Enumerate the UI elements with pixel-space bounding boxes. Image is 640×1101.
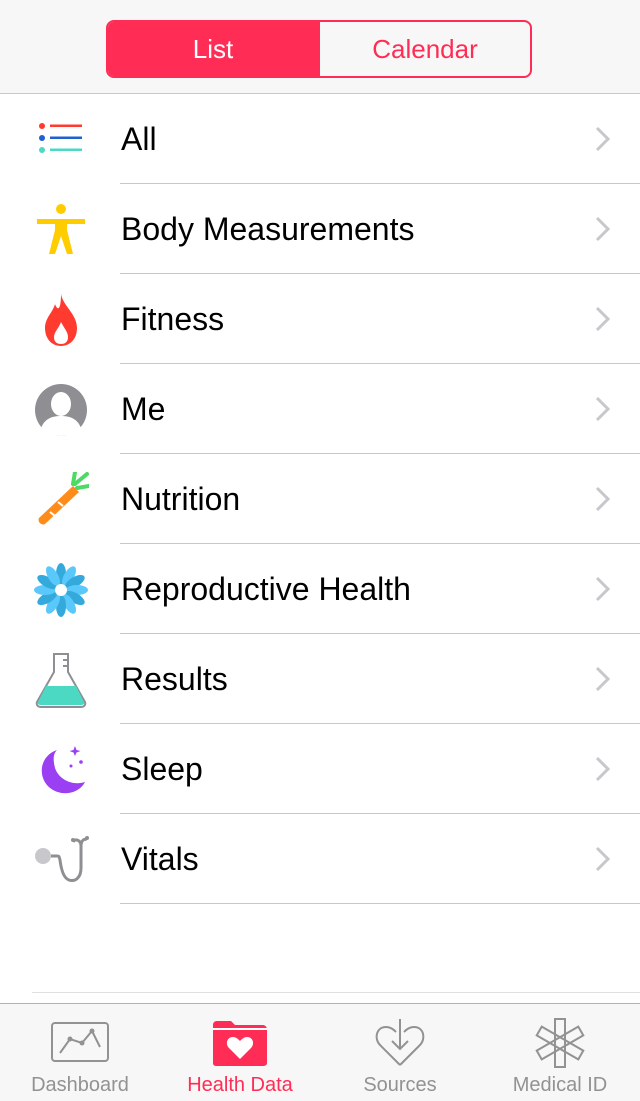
category-row-fitness[interactable]: Fitness	[0, 274, 640, 364]
category-label: Vitals	[121, 841, 199, 877]
list-calendar-segmented-control: List Calendar	[106, 20, 532, 78]
category-label: Sleep	[121, 751, 203, 787]
heart-folder-icon	[210, 1016, 270, 1070]
chevron-right-icon	[595, 666, 610, 692]
category-label: Results	[121, 661, 228, 697]
category-row-results[interactable]: Results	[0, 634, 640, 724]
chevron-right-icon	[595, 486, 610, 512]
tab-health-data[interactable]: Health Data	[160, 1004, 320, 1101]
category-label: Body Measurements	[121, 211, 415, 247]
chevron-right-icon	[595, 576, 610, 602]
tab-label: Medical ID	[512, 1074, 608, 1096]
tab-label: Dashboard	[31, 1074, 129, 1096]
medical-star-icon	[530, 1016, 590, 1070]
chevron-right-icon	[595, 306, 610, 332]
category-label: Reproductive Health	[121, 571, 411, 607]
category-row-sleep[interactable]: Sleep	[0, 724, 640, 814]
tab-medical-id[interactable]: Medical ID	[480, 1004, 640, 1101]
heart-download-icon	[370, 1016, 430, 1070]
flask-icon	[33, 652, 89, 708]
chevron-right-icon	[595, 216, 610, 242]
chevron-right-icon	[595, 126, 610, 152]
chevron-right-icon	[595, 756, 610, 782]
segment-calendar[interactable]: Calendar	[318, 22, 530, 76]
carrot-icon	[33, 472, 89, 528]
segment-list[interactable]: List	[108, 22, 318, 76]
tab-label: Health Data	[187, 1074, 293, 1096]
category-label: All	[121, 121, 157, 157]
category-row-vitals[interactable]: Vitals	[0, 814, 640, 904]
chevron-right-icon	[595, 846, 610, 872]
tab-bar: Dashboard Health Data Sources Medical ID	[0, 1003, 640, 1101]
category-row-reproductive-health[interactable]: Reproductive Health	[0, 544, 640, 634]
category-row-all[interactable]: All	[0, 94, 640, 184]
stethoscope-icon	[33, 832, 89, 888]
row-divider	[120, 903, 640, 904]
category-label: Me	[121, 391, 166, 427]
header: List Calendar	[0, 0, 640, 94]
tab-label: Sources	[363, 1074, 437, 1096]
category-row-me[interactable]: Me	[0, 364, 640, 454]
chevron-right-icon	[595, 396, 610, 422]
flame-icon	[33, 292, 89, 348]
category-row-body-measurements[interactable]: Body Measurements	[0, 184, 640, 274]
body-figure-icon	[33, 202, 89, 258]
category-label: Nutrition	[121, 481, 241, 517]
moon-icon	[33, 742, 89, 798]
list-icon	[33, 112, 89, 168]
tab-sources[interactable]: Sources	[320, 1004, 480, 1101]
category-row-nutrition[interactable]: Nutrition	[0, 454, 640, 544]
tab-dashboard[interactable]: Dashboard	[0, 1004, 160, 1101]
person-icon	[33, 382, 89, 438]
chart-icon	[50, 1016, 110, 1070]
category-label: Fitness	[121, 301, 225, 337]
flower-icon	[33, 562, 89, 618]
tabbar-shadow-line	[32, 992, 640, 993]
category-list: All Body Measurements Fitness Me Nutriti…	[0, 94, 640, 904]
